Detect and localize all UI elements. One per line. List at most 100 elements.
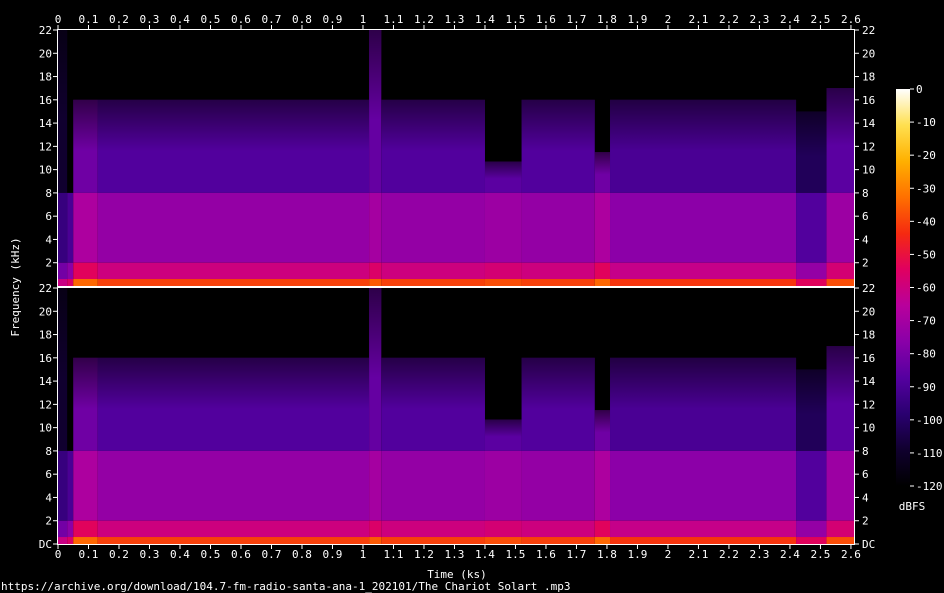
spectrogram-band-7-1 — [521, 192, 595, 263]
spectrogram-band-2-2 — [73, 520, 98, 538]
y-tick-right-label: 16 — [862, 352, 875, 365]
spectrogram-band-3-3 — [97, 537, 370, 544]
y-tick-right-label: 10 — [862, 164, 875, 177]
y-tick-right-label: 8 — [862, 445, 869, 458]
spectrogram-band-8-1 — [594, 450, 611, 521]
x-tick-bottom-label: 2.6 — [841, 548, 861, 561]
spectrogram-fade-6 — [484, 161, 522, 193]
spectrogram-fade-11 — [826, 346, 854, 451]
colorbar-tick-label: -110 — [916, 447, 943, 460]
spectrogram-fade-3 — [97, 357, 370, 451]
spectrogram-band-5-2 — [381, 520, 485, 538]
y-tick-left-label: DC — [39, 538, 52, 551]
x-tick-bottom-label: 1.7 — [567, 548, 587, 561]
colorbar-tick-label: -120 — [916, 480, 943, 493]
y-tick-right-label: 8 — [862, 187, 869, 200]
x-tick-top-label: 0.8 — [292, 13, 312, 26]
spectrogram-fade-0 — [58, 288, 68, 451]
spectrogram-fade-8 — [594, 410, 611, 451]
spectrogram-band-0-3 — [58, 537, 68, 544]
y-tick-right-label: 14 — [862, 375, 876, 388]
x-tick-top-label: 2 — [665, 13, 672, 26]
x-tick-top-label: 0.7 — [262, 13, 282, 26]
spectrogram-band-3-1 — [97, 450, 370, 521]
spectrogram-band-1-2 — [67, 520, 74, 538]
colorbar-gradient — [896, 89, 910, 486]
y-tick-right-label: 4 — [862, 233, 869, 246]
spectrogram-band-0-2 — [58, 520, 68, 538]
spectrogram-band-6-1 — [484, 192, 522, 263]
spectrogram-band-10-3 — [796, 537, 827, 544]
spectrogram-band-10-1 — [796, 192, 827, 263]
y-tick-left-label: 22 — [39, 24, 52, 37]
spectrogram-band-11-1 — [826, 450, 854, 521]
x-tick-top-label: 0.3 — [140, 13, 160, 26]
x-tick-top-label: 0.2 — [109, 13, 129, 26]
x-axis-bottom: 0 0.1 0.2 0.3 0.4 0.5 0.6 0.7 0.8 0.9 1 1.1 1.2 1.3 1.… — [55, 545, 861, 561]
x-tick-top-label: 2.1 — [689, 13, 709, 26]
y-tick-left-label: 4 — [45, 233, 52, 246]
y-tick-right-label: DC — [862, 538, 875, 551]
spectrogram-fade-9 — [610, 357, 797, 451]
spectrogram-channel-2 — [58, 288, 854, 544]
spectrogram-band-2-3 — [73, 537, 98, 544]
source-url-footer: https://archive.org/download/104.7-fm-ra… — [1, 580, 571, 593]
y-tick-left-label: 22 — [39, 282, 52, 295]
x-tick-bottom-label: 0.3 — [140, 548, 160, 561]
y-tick-left-label: 18 — [39, 329, 52, 342]
spectrogram-band-0-3 — [58, 279, 68, 286]
spectrogram-fade-11 — [826, 88, 854, 193]
x-tick-top-label: 1.7 — [567, 13, 587, 26]
x-tick-bottom-label: 2.5 — [811, 548, 831, 561]
y-tick-left-label: 14 — [39, 117, 53, 130]
spectrogram-band-1-3 — [67, 537, 74, 544]
x-tick-bottom-label: 0.8 — [292, 548, 312, 561]
spectrogram-band-9-1 — [610, 450, 797, 521]
spectrogram-fade-0 — [58, 30, 68, 193]
y-tick-left-label: 18 — [39, 71, 52, 84]
spectrogram-band-4-2 — [369, 262, 382, 280]
y-tick-right-label: 20 — [862, 305, 875, 318]
x-tick-bottom-label: 1.1 — [384, 548, 404, 561]
x-axis-top: 0 0.1 0.2 0.3 0.4 0.5 0.6 0.7 0.8 0.9 1 1.1 1.2 1.3 1.… — [55, 13, 861, 29]
spectrogram-band-3-3 — [97, 279, 370, 286]
colorbar-tick-label: -60 — [916, 282, 936, 295]
spectrogram-band-6-1 — [484, 450, 522, 521]
spectrogram-fade-4 — [369, 288, 382, 451]
y-tick-right-label: 10 — [862, 422, 875, 435]
spectrogram-band-0-2 — [58, 262, 68, 280]
spectrogram-band-6-2 — [484, 262, 522, 280]
spectrogram-band-9-2 — [610, 262, 797, 280]
y-tick-left-label: 20 — [39, 47, 52, 60]
spectrogram-band-9-3 — [610, 537, 797, 544]
y-tick-right-label: 6 — [862, 468, 869, 481]
spectrogram-band-6-3 — [484, 537, 522, 544]
x-tick-top-label: 0.4 — [170, 13, 190, 26]
x-tick-bottom-label: 1 — [360, 548, 367, 561]
spectrogram-band-3-2 — [97, 520, 370, 538]
spectrogram-band-5-1 — [381, 450, 485, 521]
x-tick-top-label: 2.4 — [780, 13, 800, 26]
x-tick-top-label: 2.5 — [811, 13, 831, 26]
y-tick-right-label: 12 — [862, 398, 875, 411]
spectrogram-band-6-2 — [484, 520, 522, 538]
colorbar-tick-label: -100 — [916, 414, 943, 427]
spectrogram-band-5-1 — [381, 192, 485, 263]
spectrogram-band-1-3 — [67, 279, 74, 286]
spectrogram-fade-10 — [796, 369, 827, 451]
y-tick-left-label: 14 — [39, 375, 53, 388]
x-tick-top-label: 1.1 — [384, 13, 404, 26]
spectrogram-band-2-1 — [73, 450, 98, 521]
y-tick-left-label: 20 — [39, 305, 52, 318]
spectrogram-band-7-1 — [521, 450, 595, 521]
x-tick-top-label: 1.6 — [536, 13, 556, 26]
y-tick-right-label: 2 — [862, 515, 869, 528]
x-tick-top-label: 0.1 — [79, 13, 99, 26]
spectrogram-fade-9 — [610, 99, 797, 193]
y-tick-left-label: 16 — [39, 352, 52, 365]
x-tick-top-label: 2.2 — [719, 13, 739, 26]
x-tick-top-label: 1.3 — [445, 13, 465, 26]
spectrogram-band-7-3 — [521, 279, 595, 286]
y-tick-right-label: 18 — [862, 71, 875, 84]
spectrogram-band-2-3 — [73, 279, 98, 286]
